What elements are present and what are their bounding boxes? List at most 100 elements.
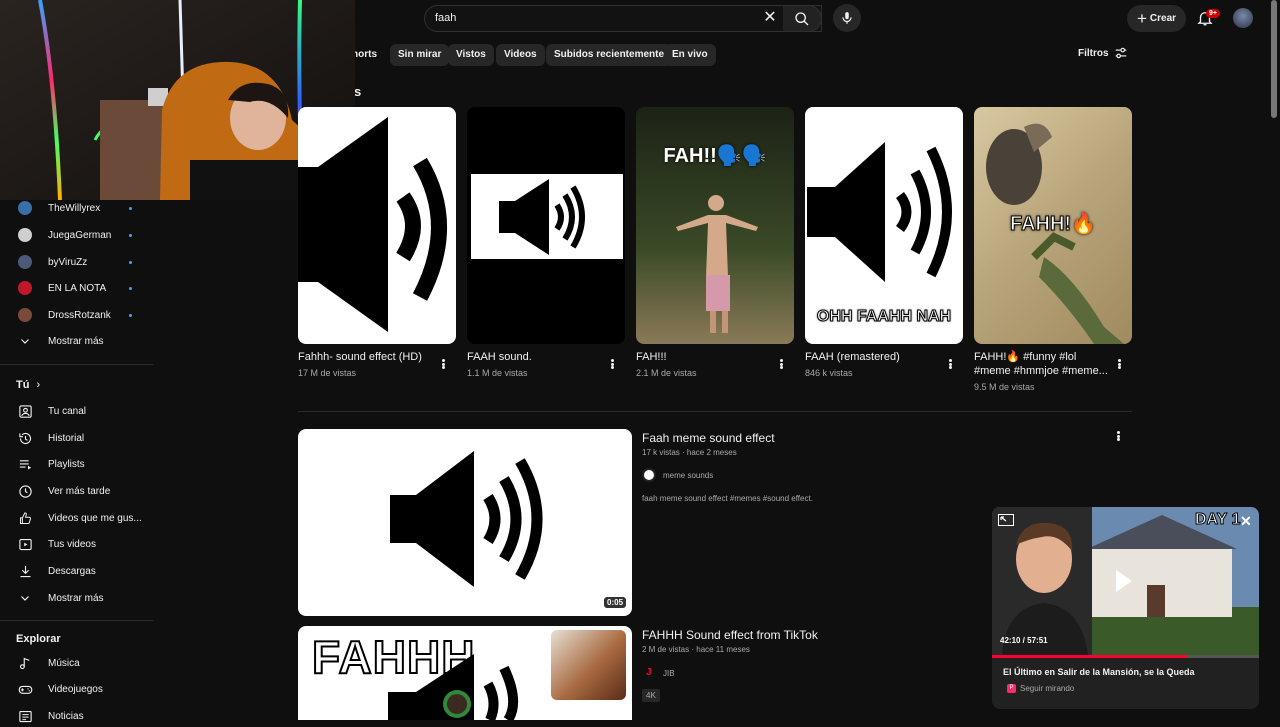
playlists-icon bbox=[17, 456, 33, 472]
sidebar-item-historial[interactable]: Historial bbox=[0, 427, 150, 449]
sidebar-subscription-thewillyrex[interactable]: TheWillyrex bbox=[0, 197, 150, 219]
short-thumbnail[interactable]: FAHH!🔥 bbox=[974, 107, 1132, 344]
chip-en-vivo[interactable]: En vivo bbox=[664, 44, 716, 66]
history-icon bbox=[17, 430, 33, 446]
filters-button[interactable]: Filtros bbox=[1078, 46, 1128, 60]
channel-name[interactable]: meme sounds bbox=[663, 471, 713, 480]
chip-videos[interactable]: Videos bbox=[496, 44, 545, 66]
more-options-icon[interactable] bbox=[776, 357, 786, 371]
short-thumbnail[interactable]: OHH FAAHH NAH bbox=[805, 107, 963, 344]
music-icon bbox=[17, 655, 33, 671]
search-icon bbox=[795, 12, 809, 26]
miniplayer-corner-text: DAY 1 bbox=[1194, 511, 1241, 529]
search-button[interactable] bbox=[783, 5, 822, 32]
sidebar-item-label: Descargas bbox=[48, 565, 96, 577]
channel-avatar[interactable] bbox=[642, 468, 656, 482]
sliders-icon bbox=[1115, 47, 1126, 59]
short-title[interactable]: FAAH (remastered) bbox=[805, 350, 900, 364]
new-content-dot bbox=[129, 286, 132, 290]
sidebar-subscription-byviruzz[interactable]: byViruZz bbox=[0, 251, 150, 273]
progress-fill bbox=[992, 655, 1187, 658]
sidebar-item-label: Mostrar más bbox=[48, 335, 104, 347]
sidebar-divider bbox=[0, 364, 153, 365]
video-description: faah meme sound effect #memes #sound eff… bbox=[642, 494, 813, 503]
short-title[interactable]: FAHH!🔥 #funny #lol #meme #hmmjoe #meme..… bbox=[974, 350, 1114, 378]
chevron-down-icon bbox=[17, 333, 33, 349]
notifications-badge: 9+ bbox=[1206, 9, 1220, 18]
create-button[interactable]: + Crear bbox=[1127, 5, 1186, 32]
clock-icon bbox=[17, 483, 33, 499]
short-views: 2.1 M de vistas bbox=[636, 368, 697, 378]
sidebar-item-label: byViruZz bbox=[48, 256, 88, 268]
sidebar-item-musica[interactable]: Música bbox=[0, 652, 150, 674]
search-input[interactable]: faah bbox=[435, 12, 456, 24]
sidebar-item-playlists[interactable]: Playlists bbox=[0, 453, 150, 475]
microphone-icon bbox=[842, 12, 852, 24]
video-thumbnail[interactable]: 0:05 bbox=[298, 429, 632, 616]
short-views: 846 k vistas bbox=[805, 368, 853, 378]
thumbs-up-icon bbox=[17, 510, 33, 526]
sidebar-subscription-drossrotzank[interactable]: DrossRotzank bbox=[0, 304, 150, 326]
short-thumbnail[interactable]: FAH!!🗣️🗣️ bbox=[636, 107, 794, 344]
voice-search-button[interactable] bbox=[833, 4, 861, 32]
sidebar-item-label: TheWillyrex bbox=[48, 202, 101, 214]
plus-icon: + bbox=[1136, 9, 1147, 28]
miniplayer-subtitle: Seguir mirando bbox=[1020, 684, 1075, 693]
sidebar-item-label: EN LA NOTA bbox=[48, 282, 107, 294]
speaker-icon bbox=[499, 179, 585, 255]
speaker-icon bbox=[298, 117, 447, 332]
chip-vistos[interactable]: Vistos bbox=[448, 44, 494, 66]
short-title[interactable]: FAH!!! bbox=[636, 350, 667, 364]
play-icon[interactable] bbox=[1116, 570, 1132, 592]
more-options-icon[interactable] bbox=[945, 357, 955, 371]
channel-name[interactable]: JIB bbox=[663, 669, 675, 678]
video-icon bbox=[17, 536, 33, 552]
video-title[interactable]: Faah meme sound effect bbox=[642, 431, 775, 445]
expand-miniplayer-icon[interactable] bbox=[998, 513, 1014, 526]
more-options-icon[interactable] bbox=[607, 357, 617, 371]
sidebar-subscription-juegagerman[interactable]: JuegaGerman bbox=[0, 224, 150, 246]
sidebar-you-heading[interactable]: Tú › bbox=[16, 379, 40, 391]
more-options-icon[interactable] bbox=[1114, 357, 1124, 371]
sidebar-item-tus-videos[interactable]: Tus videos bbox=[0, 533, 150, 555]
short-title[interactable]: Fahhh- sound effect (HD) bbox=[298, 350, 422, 364]
video-title[interactable]: FAHHH Sound effect from TikTok bbox=[642, 628, 818, 642]
creature-inset bbox=[551, 630, 626, 700]
page-scrollbar-thumb[interactable] bbox=[1271, 0, 1277, 118]
short-title[interactable]: FAAH sound. bbox=[467, 350, 532, 364]
sidebar-item-tu-canal[interactable]: Tu canal bbox=[0, 400, 150, 422]
miniplayer-title[interactable]: El Último en Salir de la Mansión, se la … bbox=[1003, 667, 1195, 677]
short-thumbnail[interactable] bbox=[298, 107, 456, 344]
sidebar-item-label: Tu canal bbox=[48, 405, 86, 417]
sidebar-show-more[interactable]: Mostrar más bbox=[0, 330, 150, 352]
sidebar-divider bbox=[0, 620, 153, 621]
chevron-right-icon: › bbox=[36, 379, 41, 391]
channel-avatar bbox=[17, 307, 33, 323]
short-views: 17 M de vistas bbox=[298, 368, 357, 378]
channel-avatar bbox=[17, 254, 33, 270]
sidebar-item-ver-mas-tarde[interactable]: Ver más tarde bbox=[0, 480, 150, 502]
short-views: 1.1 M de vistas bbox=[467, 368, 528, 378]
video-thumbnail[interactable]: FAHHH bbox=[298, 626, 632, 720]
sidebar-item-noticias[interactable]: Noticias bbox=[0, 705, 150, 727]
clear-search-icon[interactable]: ✕ bbox=[760, 8, 780, 28]
shorts-section-heading: s bbox=[354, 84, 362, 99]
sidebar-item-videos-que-me-gustan[interactable]: Videos que me gus... bbox=[0, 507, 150, 529]
short-thumbnail[interactable] bbox=[467, 107, 625, 344]
more-options-icon[interactable] bbox=[438, 357, 448, 371]
more-options-icon[interactable] bbox=[1113, 429, 1123, 443]
chip-sin-mirar[interactable]: Sin mirar bbox=[390, 44, 450, 66]
progress-bar[interactable] bbox=[992, 655, 1259, 658]
miniplayer[interactable]: DAY 1 ✕ 42:10 / 57:51 El Último en Salir… bbox=[992, 507, 1259, 709]
chip-shorts[interactable]: horts bbox=[352, 44, 385, 66]
short-views: 9.5 M de vistas bbox=[974, 382, 1035, 392]
sidebar-item-videojuegos[interactable]: Videojuegos bbox=[0, 678, 150, 700]
close-miniplayer-icon[interactable]: ✕ bbox=[1240, 514, 1252, 528]
sidebar-subscription-en-la-nota[interactable]: EN LA NOTA bbox=[0, 277, 150, 299]
sidebar-show-more-you[interactable]: Mostrar más bbox=[0, 587, 150, 609]
gamepad-icon bbox=[17, 681, 33, 697]
chip-subidos-recientemente[interactable]: Subidos recientemente bbox=[546, 44, 673, 66]
sidebar-item-descargas[interactable]: Descargas bbox=[0, 560, 150, 582]
channel-avatar[interactable]: J bbox=[646, 667, 652, 678]
account-avatar[interactable] bbox=[1233, 8, 1253, 28]
